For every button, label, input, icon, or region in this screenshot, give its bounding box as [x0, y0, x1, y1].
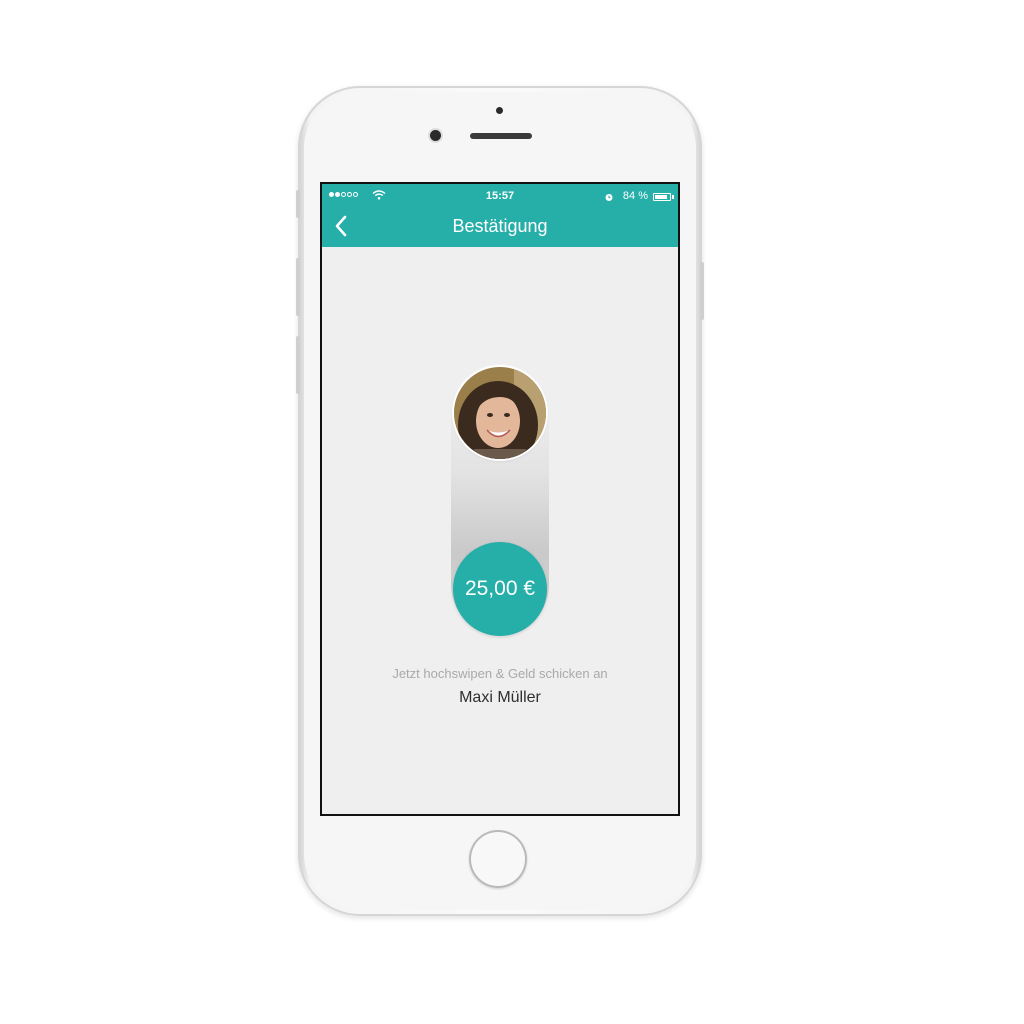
battery-percent: 84 % — [622, 190, 648, 202]
battery-icon — [653, 193, 671, 201]
amount-label: 25,00 € — [464, 577, 536, 600]
alarm-icon — [604, 192, 614, 205]
status-bar: 15:57 84 % — [322, 187, 678, 205]
page-title: Bestätigung — [452, 216, 548, 236]
battery-tip — [672, 195, 674, 199]
proximity-sensor — [496, 107, 503, 114]
mute-switch — [296, 190, 300, 218]
volume-up-button — [296, 258, 300, 316]
top-bar: 15:57 84 % Bestätigung — [322, 184, 678, 247]
navigation-bar: Bestätigung — [322, 206, 678, 246]
volume-down-button — [296, 336, 300, 394]
app-screen: 15:57 84 % Bestätigung 25,00 € Jetzt hoc… — [320, 182, 680, 816]
recipient-name: Maxi Müller — [459, 689, 541, 706]
front-camera-icon — [430, 130, 441, 141]
recipient-avatar — [454, 367, 546, 459]
power-button — [700, 262, 704, 320]
swipe-hint-text: Jetzt hochswipen & Geld schicken an — [392, 666, 608, 681]
earpiece-speaker — [470, 133, 532, 139]
swipe-send-knob[interactable]: 25,00 € — [453, 542, 547, 636]
home-button[interactable] — [469, 830, 527, 888]
battery-level — [655, 195, 667, 199]
